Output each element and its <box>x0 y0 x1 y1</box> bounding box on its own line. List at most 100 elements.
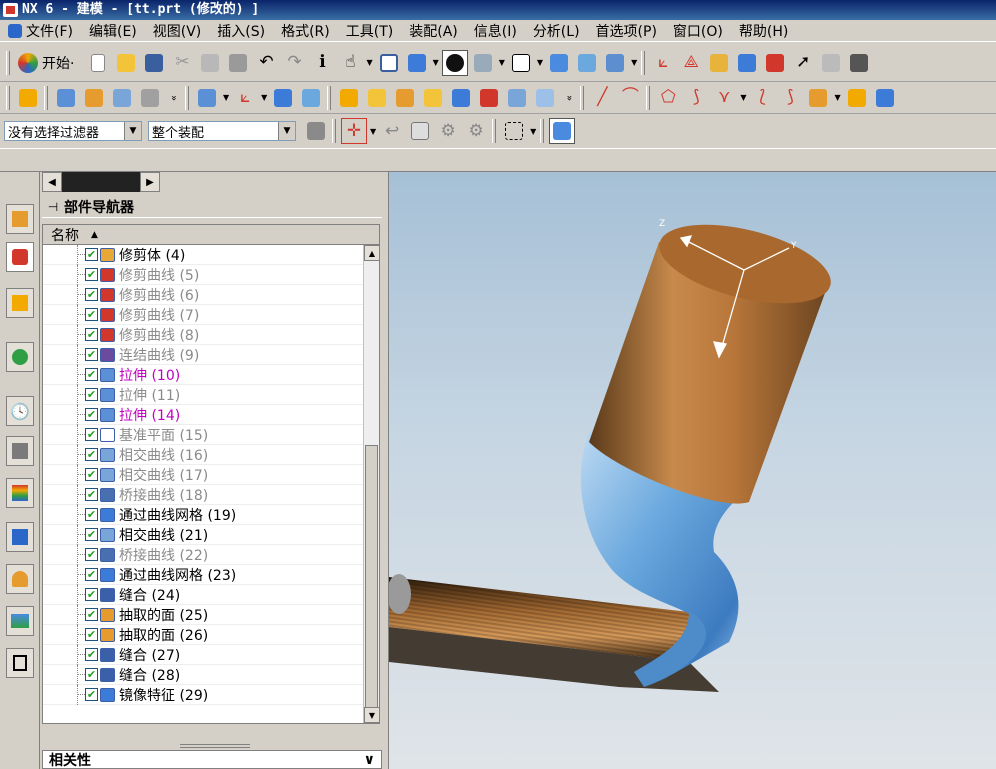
open-folder-icon[interactable] <box>113 50 139 76</box>
toolbar-grip[interactable] <box>6 50 10 75</box>
wcs-origin-icon[interactable]: ⟁ <box>678 50 704 76</box>
assembly-navigator-icon[interactable] <box>6 204 34 234</box>
roles-icon[interactable] <box>6 564 34 594</box>
feature-row[interactable]: ✔ 抽取的面 (26) <box>43 625 379 645</box>
scroll-track[interactable] <box>62 172 140 192</box>
visibility-checkbox[interactable]: ✔ <box>85 648 98 661</box>
menu-item-5[interactable]: 工具(T) <box>338 21 401 41</box>
feature-row[interactable]: ✔ 桥接曲线 (22) <box>43 545 379 565</box>
collapse-chevron-icon[interactable]: ∨ <box>364 752 375 768</box>
background-icon[interactable] <box>508 50 534 76</box>
menu-item-11[interactable]: 帮助(H) <box>731 21 796 41</box>
menu-item-9[interactable]: 首选项(P) <box>588 21 665 41</box>
dependencies-header[interactable]: 相关性 ∨ <box>42 750 382 769</box>
visibility-checkbox[interactable]: ✔ <box>85 628 98 641</box>
scroll-up-icon[interactable]: ▲ <box>364 245 379 261</box>
feature-row[interactable]: ✔ 修剪曲线 (8) <box>43 325 379 345</box>
layer-icon[interactable] <box>846 50 872 76</box>
undo-selection-icon[interactable]: ↩ <box>379 118 405 144</box>
type-filter-select[interactable]: 没有选择过滤器 ▼ <box>4 121 142 141</box>
feature-row[interactable]: ✔ 拉伸 (10) <box>43 365 379 385</box>
select-cursor-icon[interactable]: ➚ <box>790 50 816 76</box>
toolbar-grip[interactable] <box>44 85 48 110</box>
new-file-icon[interactable] <box>85 50 111 76</box>
toolbar-grip[interactable] <box>646 85 651 110</box>
section-view-icon[interactable] <box>470 50 496 76</box>
toolbar-grip[interactable] <box>6 85 10 110</box>
part-navigator-icon[interactable] <box>6 242 34 272</box>
split-body-icon[interactable] <box>532 85 558 111</box>
scroll-down-icon[interactable]: ▼ <box>364 707 379 723</box>
history-clock-icon[interactable]: 🕓 <box>6 396 34 426</box>
trim-body-icon[interactable] <box>504 85 530 111</box>
fit-view-icon[interactable] <box>376 50 402 76</box>
redo-icon[interactable]: ↷ <box>281 50 307 76</box>
feature-row[interactable]: ✔ 抽取的面 (25) <box>43 605 379 625</box>
overflow-chevron-icon[interactable]: » <box>168 95 179 99</box>
extrude-icon[interactable] <box>53 85 79 111</box>
revolve-icon[interactable] <box>81 85 107 111</box>
feature-row[interactable]: ✔ 缝合 (28) <box>43 665 379 685</box>
feature-row[interactable]: ✔ 通过曲线网格 (19) <box>43 505 379 525</box>
system-materials-icon[interactable] <box>6 436 34 466</box>
dropdown-arrow-icon[interactable]: ▼ <box>223 93 229 102</box>
line-icon[interactable]: ╱ <box>589 85 615 111</box>
project-curve-icon[interactable]: ⋎ <box>711 85 737 111</box>
offset-curve-icon[interactable]: ⬠ <box>655 85 681 111</box>
visibility-checkbox[interactable]: ✔ <box>85 568 98 581</box>
arc-icon[interactable]: ⌒ <box>617 85 643 111</box>
offset-face-icon[interactable] <box>476 85 502 111</box>
visibility-checkbox[interactable]: ✔ <box>85 548 98 561</box>
chevron-down-icon[interactable]: ▼ <box>124 122 141 140</box>
visibility-checkbox[interactable]: ✔ <box>85 348 98 361</box>
toolbar-grip[interactable] <box>332 119 336 143</box>
orient-view-icon[interactable] <box>546 50 572 76</box>
panel-splitter[interactable] <box>180 744 250 748</box>
curve-mesh-icon[interactable] <box>805 85 831 111</box>
toolbar-grip[interactable] <box>327 85 332 110</box>
visibility-checkbox[interactable]: ✔ <box>85 468 98 481</box>
menu-item-0[interactable]: 文件(F) <box>4 21 81 41</box>
toolbar-grip[interactable] <box>185 85 189 110</box>
dropdown-arrow-icon[interactable]: ▼ <box>370 127 376 136</box>
wcs-icon[interactable]: ⟀ <box>650 50 676 76</box>
menu-item-7[interactable]: 信息(I) <box>466 21 525 41</box>
menu-item-6[interactable]: 装配(A) <box>401 21 466 41</box>
menu-item-3[interactable]: 插入(S) <box>209 21 273 41</box>
shaded-cube-icon[interactable] <box>404 50 430 76</box>
pin-icon[interactable]: ⊣ <box>42 200 64 214</box>
face-rule-icon[interactable] <box>407 118 433 144</box>
info-icon[interactable]: ℹ <box>309 50 335 76</box>
block-icon[interactable] <box>298 85 324 111</box>
dropdown-arrow-icon[interactable]: ▼ <box>261 93 267 102</box>
dropdown-arrow-icon[interactable]: ▼ <box>366 58 372 67</box>
edge-blend-icon[interactable] <box>364 85 390 111</box>
visibility-checkbox[interactable]: ✔ <box>85 608 98 621</box>
show-hide-icon[interactable] <box>706 50 732 76</box>
datum-csys-icon[interactable]: ⟀ <box>232 85 258 111</box>
toolbar-grip[interactable] <box>641 50 646 75</box>
draft-icon[interactable] <box>448 85 474 111</box>
feature-row[interactable]: ✔ 相交曲线 (16) <box>43 445 379 465</box>
tube-icon[interactable] <box>137 85 163 111</box>
reuse-library-icon[interactable] <box>6 288 34 318</box>
visibility-checkbox[interactable]: ✔ <box>85 588 98 601</box>
visibility-checkbox[interactable]: ✔ <box>85 328 98 341</box>
feature-row[interactable]: ✔ 桥接曲线 (18) <box>43 485 379 505</box>
dropdown-arrow-icon[interactable]: ▼ <box>499 58 505 67</box>
tree-vertical-scrollbar[interactable]: ▲ ▼ <box>363 245 379 723</box>
chevron-down-icon[interactable]: ▼ <box>278 122 295 140</box>
scope-select[interactable]: 整个装配 ▼ <box>148 121 296 141</box>
visibility-checkbox[interactable]: ✔ <box>85 688 98 701</box>
menu-item-10[interactable]: 窗口(O) <box>665 21 731 41</box>
undo-icon[interactable]: ↶ <box>253 50 279 76</box>
palette-icon[interactable] <box>6 478 34 508</box>
touch-icon[interactable]: ☝ <box>337 50 363 76</box>
dropdown-arrow-icon[interactable]: ▼ <box>740 93 746 102</box>
assembly-selection-icon[interactable] <box>303 118 329 144</box>
feature-row[interactable]: ✔ 修剪体 (4) <box>43 245 379 265</box>
menu-item-2[interactable]: 视图(V) <box>145 21 210 41</box>
scroll-right-icon[interactable]: ▶ <box>140 172 160 192</box>
paste-icon[interactable] <box>225 50 251 76</box>
bridge-curve-icon[interactable]: ⟅ <box>749 85 775 111</box>
